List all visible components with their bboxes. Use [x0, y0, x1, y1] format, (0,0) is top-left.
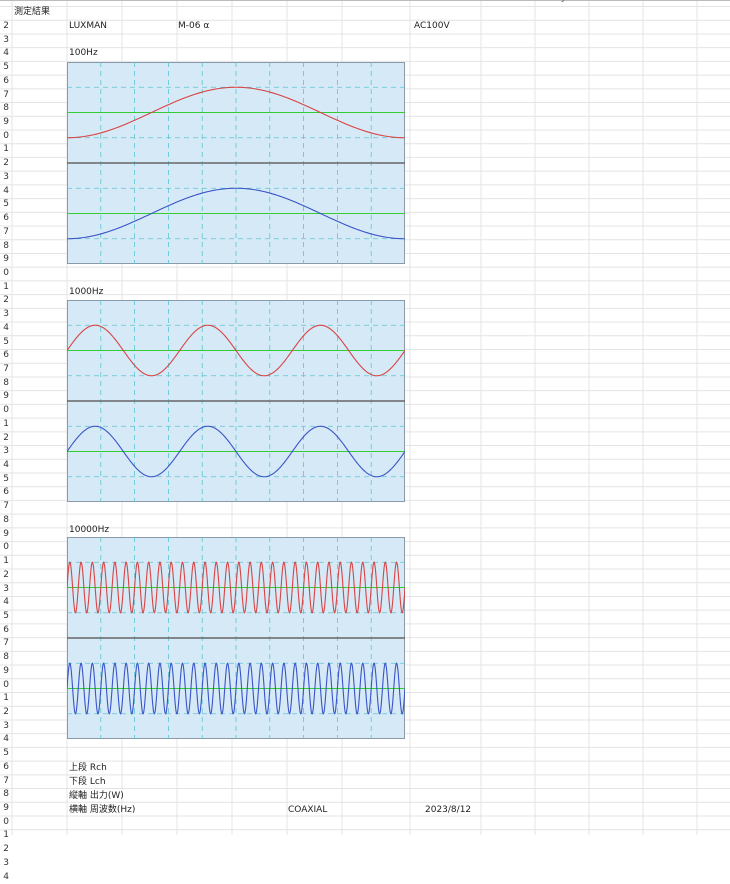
- note-horizontal-axis[interactable]: 横軸 周波数(Hz): [69, 804, 135, 817]
- column-header[interactable]: L: [670, 0, 675, 3]
- row-number[interactable]: 7: [0, 226, 9, 239]
- row-number[interactable]: 5: [0, 336, 9, 349]
- model-cell[interactable]: M-06 α: [178, 20, 209, 33]
- row-number[interactable]: 7: [0, 89, 9, 102]
- column-header[interactable]: B: [94, 0, 100, 3]
- row-number[interactable]: 1: [0, 418, 9, 431]
- row-number[interactable]: 7: [0, 363, 9, 376]
- row-number[interactable]: 1: [0, 692, 9, 705]
- row-number[interactable]: 8: [0, 514, 9, 527]
- column-header[interactable]: I: [508, 0, 511, 3]
- row-number[interactable]: 6: [0, 75, 9, 88]
- row-number[interactable]: 5: [0, 61, 9, 74]
- row-number[interactable]: 2: [0, 20, 9, 33]
- column-header[interactable]: G: [374, 0, 381, 3]
- row-number[interactable]: 6: [0, 212, 9, 225]
- scope-chart-1000hz[interactable]: [67, 300, 405, 502]
- note-upper[interactable]: 上段 Rch: [69, 762, 107, 775]
- row-number[interactable]: 9: [0, 390, 9, 403]
- column-header[interactable]: E: [259, 0, 265, 3]
- row-number[interactable]: 3: [0, 171, 9, 184]
- row-number[interactable]: 4: [0, 47, 9, 60]
- row-number[interactable]: 2: [0, 843, 9, 856]
- row-number[interactable]: 3: [0, 857, 9, 870]
- row-number[interactable]: 2: [0, 706, 9, 719]
- row-number[interactable]: 7: [0, 637, 9, 650]
- row-number[interactable]: 1: [0, 143, 9, 156]
- sheet-title[interactable]: 測定結果: [14, 6, 50, 19]
- column-header[interactable]: H: [445, 0, 452, 3]
- row-number[interactable]: 8: [0, 651, 9, 664]
- row-number[interactable]: 4: [0, 733, 9, 746]
- row-number[interactable]: 0: [0, 130, 9, 143]
- row-number[interactable]: 6: [0, 349, 9, 362]
- row-number[interactable]: 7: [0, 500, 9, 513]
- row-number[interactable]: 6: [0, 486, 9, 499]
- row-number[interactable]: 5: [0, 198, 9, 211]
- column-header[interactable]: K: [616, 0, 622, 3]
- row-number[interactable]: 4: [0, 596, 9, 609]
- row-number[interactable]: 8: [0, 788, 9, 801]
- row-number[interactable]: 1: [0, 829, 9, 842]
- row-number[interactable]: 2: [0, 294, 9, 307]
- row-number[interactable]: 1: [0, 555, 9, 568]
- note-date[interactable]: 2023/8/12: [425, 804, 471, 817]
- row-number[interactable]: 9: [0, 665, 9, 678]
- chart-title-10000hz: 10000Hz: [69, 525, 110, 535]
- row-number[interactable]: 4: [0, 322, 9, 335]
- chart-title-100hz: 100Hz: [69, 48, 98, 58]
- row-number[interactable]: 2: [0, 157, 9, 170]
- row-number[interactable]: 0: [0, 816, 9, 829]
- note-lower[interactable]: 下段 Lch: [69, 776, 106, 789]
- row-number[interactable]: 0: [0, 679, 9, 692]
- row-number[interactable]: 9: [0, 116, 9, 129]
- row-number[interactable]: 2: [0, 432, 9, 445]
- row-number[interactable]: 6: [0, 761, 9, 774]
- note-vertical-axis[interactable]: 縦軸 出力(W): [69, 790, 124, 803]
- row-number[interactable]: 0: [0, 541, 9, 554]
- row-number[interactable]: 4: [0, 871, 9, 884]
- column-header[interactable]: D: [204, 0, 211, 3]
- row-number[interactable]: 9: [0, 253, 9, 266]
- row-number[interactable]: 9: [0, 802, 9, 815]
- row-number[interactable]: 9: [0, 528, 9, 541]
- row-number[interactable]: 5: [0, 610, 9, 623]
- row-number[interactable]: 3: [0, 445, 9, 458]
- column-header[interactable]: F: [314, 0, 319, 3]
- row-number[interactable]: 4: [0, 459, 9, 472]
- note-cable[interactable]: COAXIAL: [288, 804, 327, 817]
- row-number[interactable]: 4: [0, 185, 9, 198]
- column-header[interactable]: C: [149, 0, 155, 3]
- row-number[interactable]: 6: [0, 624, 9, 637]
- chart-title-1000hz: 1000Hz: [69, 287, 104, 297]
- row-number[interactable]: 8: [0, 377, 9, 390]
- row-number[interactable]: 0: [0, 404, 9, 417]
- row-number[interactable]: 0: [0, 267, 9, 280]
- row-number[interactable]: 7: [0, 775, 9, 788]
- row-number[interactable]: 2: [0, 569, 9, 582]
- row-number[interactable]: 3: [0, 720, 9, 733]
- scope-chart-100hz[interactable]: [67, 62, 405, 264]
- power-cell[interactable]: AC100V: [414, 20, 450, 33]
- row-number[interactable]: 1: [0, 281, 9, 294]
- row-number[interactable]: 8: [0, 102, 9, 115]
- scope-chart-10000hz[interactable]: [67, 537, 405, 739]
- row-number[interactable]: 3: [0, 34, 9, 47]
- column-header[interactable]: M: [722, 0, 730, 3]
- brand-cell[interactable]: LUXMAN: [69, 20, 107, 33]
- row-number[interactable]: 5: [0, 473, 9, 486]
- column-header[interactable]: J: [562, 0, 565, 3]
- row-number[interactable]: 3: [0, 583, 9, 596]
- row-number[interactable]: 8: [0, 240, 9, 253]
- row-number[interactable]: 3: [0, 308, 9, 321]
- row-number[interactable]: 5: [0, 747, 9, 760]
